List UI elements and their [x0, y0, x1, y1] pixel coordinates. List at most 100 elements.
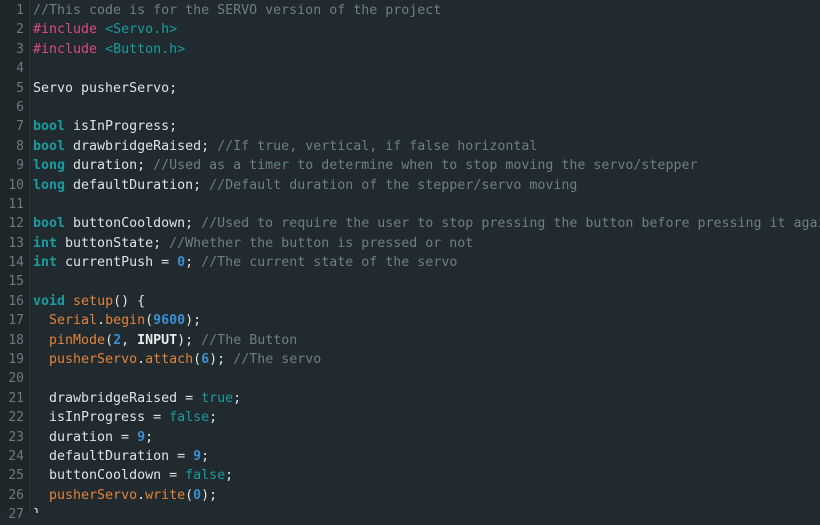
- code-token-def: ,: [121, 332, 138, 348]
- code-line[interactable]: drawbridgeRaised = true;: [33, 389, 820, 408]
- code-line[interactable]: pusherServo.attach(6); //The servo: [33, 350, 820, 369]
- code-token-num: 9: [193, 448, 202, 464]
- code-token-def: (: [185, 487, 194, 503]
- code-token-num: 2: [113, 332, 122, 348]
- code-token-def: buttonCooldown;: [65, 216, 202, 232]
- code-token-def: [97, 22, 105, 37]
- code-token-def: duration =: [33, 429, 138, 445]
- code-token-com: //The servo: [233, 352, 322, 368]
- line-number: 5: [16, 80, 24, 96]
- code-token-com: //Default duration of the stepper/servo …: [209, 177, 578, 193]
- code-token-def: (: [145, 313, 154, 329]
- code-token-pre: #include: [33, 41, 98, 57]
- code-line[interactable]: //This code is for the SERVO version of …: [33, 1, 820, 20]
- line-number: 1: [16, 3, 24, 18]
- line-number: 6: [16, 99, 24, 115]
- code-token-def: );: [209, 352, 234, 368]
- code-token-fn: begin: [105, 313, 146, 329]
- code-line[interactable]: [33, 369, 820, 388]
- code-line[interactable]: int currentPush = 0; //The current state…: [33, 253, 820, 272]
- code-token-inc: <Servo.h>: [105, 22, 178, 38]
- code-line[interactable]: #include <Button.h>: [33, 40, 820, 59]
- code-token-num: 0: [177, 255, 186, 271]
- line-number: 16: [8, 293, 24, 309]
- code-line[interactable]: long defaultDuration; //Default duration…: [33, 176, 820, 195]
- code-token-def: );: [177, 332, 202, 348]
- line-number: 13: [8, 235, 24, 251]
- code-token-def: () {: [113, 293, 146, 309]
- code-line[interactable]: bool buttonCooldown; //Used to require t…: [33, 214, 820, 233]
- code-line[interactable]: [33, 195, 820, 214]
- code-line[interactable]: pusherServo.write(0);: [33, 486, 820, 505]
- code-token-def: Servo pusherServo;: [33, 80, 178, 96]
- code-token-com: //If true, vertical, if false horizontal: [217, 138, 538, 154]
- line-number: 14: [8, 255, 24, 271]
- code-line[interactable]: bool isInProgress;: [33, 117, 820, 136]
- code-line[interactable]: Servo pusherServo;: [33, 79, 820, 98]
- code-line[interactable]: isInProgress = false;: [33, 408, 820, 427]
- code-token-def: [97, 42, 105, 57]
- line-number: 15: [8, 274, 24, 290]
- code-line[interactable]: [33, 98, 820, 117]
- code-token-key: long: [33, 177, 66, 193]
- code-token-num: 0: [193, 487, 202, 503]
- code-token-fn: setup: [73, 293, 114, 309]
- code-token-fn: write: [145, 487, 186, 503]
- line-number: 9: [16, 158, 24, 174]
- code-token-num: 9600: [153, 313, 186, 329]
- line-number: 23: [8, 429, 24, 445]
- line-number: 2: [16, 22, 24, 38]
- code-line[interactable]: long duration; //Used as a timer to dete…: [33, 156, 820, 175]
- code-editor[interactable]: 1 2 3 4 5 6 7 8 9 10 11 12 13 14 15 16 17 18 19 20 21 22 23 24 2…: [0, 0, 820, 522]
- code-token-def: buttonCooldown =: [33, 468, 186, 484]
- line-number: 10: [8, 177, 24, 193]
- code-token-key: bool: [33, 216, 66, 232]
- code-content-area[interactable]: //This code is for the SERVO version of …: [33, 0, 820, 513]
- code-token-fn: Serial: [49, 313, 98, 329]
- code-line[interactable]: void setup() {: [33, 292, 820, 311]
- code-line[interactable]: duration = 9;: [33, 428, 820, 447]
- code-line[interactable]: Serial.begin(9600);: [33, 311, 820, 330]
- code-token-def: drawbridgeRaised;: [65, 138, 218, 154]
- code-line[interactable]: }: [33, 505, 820, 513]
- code-token-fn: pinMode: [49, 332, 106, 348]
- line-number: 22: [8, 410, 24, 426]
- line-number: 8: [16, 138, 24, 154]
- code-token-com: //Whether the button is pressed or not: [169, 235, 474, 251]
- code-token-com: //This code is for the SERVO version of …: [33, 3, 442, 18]
- code-token-key: int: [33, 235, 58, 251]
- line-number: 4: [16, 61, 24, 77]
- code-token-def: isInProgress;: [65, 119, 178, 135]
- code-token-def: ;: [145, 429, 154, 445]
- code-line[interactable]: defaultDuration = 9;: [33, 447, 820, 466]
- code-token-def: ;: [225, 468, 234, 484]
- code-token-def: ;: [201, 448, 210, 464]
- line-number: 11: [8, 196, 24, 212]
- code-token-key: long: [33, 158, 66, 174]
- code-token-def: currentPush =: [57, 255, 178, 271]
- code-token-def: [33, 352, 49, 367]
- code-line[interactable]: pinMode(2, INPUT); //The Button: [33, 331, 820, 350]
- code-token-def: isInProgress =: [33, 410, 170, 426]
- line-number: 7: [16, 119, 24, 135]
- line-number: 17: [8, 313, 24, 329]
- code-line[interactable]: [33, 59, 820, 78]
- code-token-def: .: [137, 487, 146, 503]
- code-token-fn: attach: [145, 352, 194, 368]
- line-number: 18: [8, 332, 24, 348]
- code-token-com: //Used to require the user to stop press…: [201, 216, 820, 232]
- code-token-com: //The current state of the servo: [201, 255, 458, 271]
- code-line[interactable]: buttonCooldown = false;: [33, 466, 820, 485]
- code-token-def: [33, 313, 49, 328]
- code-token-fn: pusherServo: [49, 352, 138, 368]
- code-token-lit: false: [169, 410, 210, 426]
- code-line[interactable]: #include <Servo.h>: [33, 20, 820, 39]
- code-token-def: buttonState;: [57, 235, 170, 251]
- code-line[interactable]: [33, 272, 820, 291]
- code-token-lit: false: [185, 468, 226, 484]
- code-token-def: );: [201, 487, 218, 503]
- code-token-def: defaultDuration =: [33, 448, 194, 464]
- code-token-def: duration;: [65, 158, 154, 174]
- code-line[interactable]: bool drawbridgeRaised; //If true, vertic…: [33, 137, 820, 156]
- code-line[interactable]: int buttonState; //Whether the button is…: [33, 234, 820, 253]
